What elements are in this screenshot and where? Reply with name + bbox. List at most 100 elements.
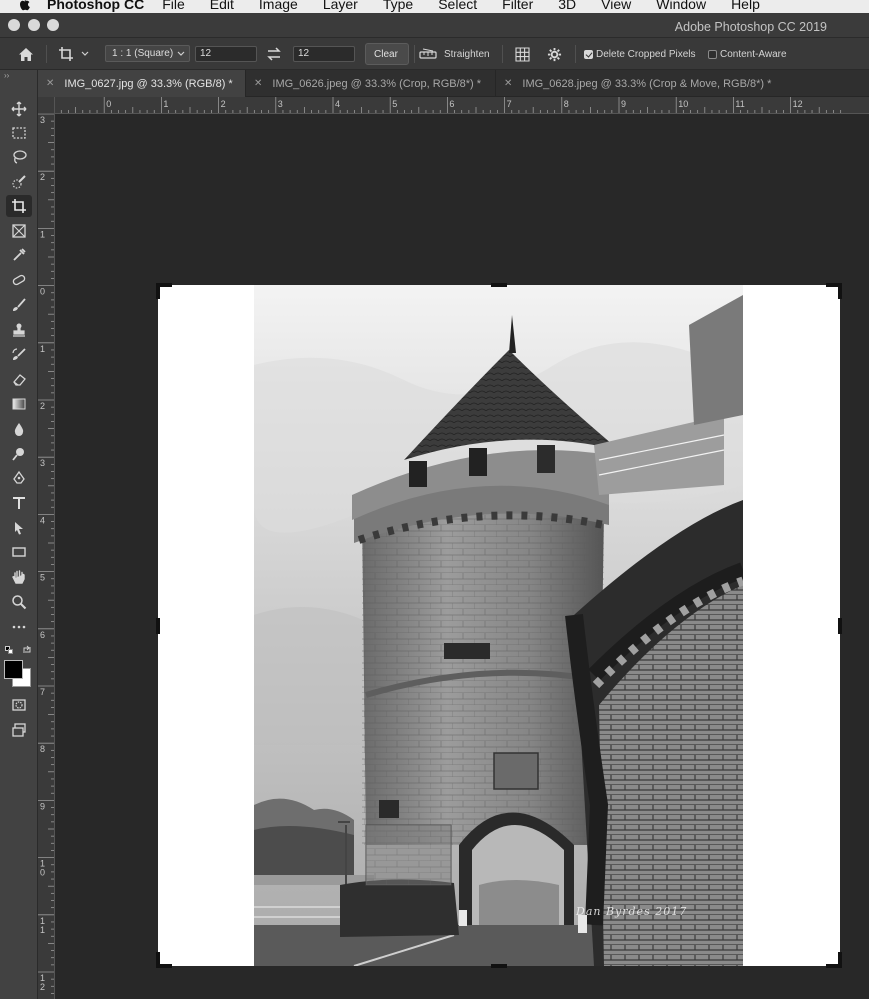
tab-img-0626[interactable]: ✕ IMG_0626.jpeg @ 33.3% (Crop, RGB/8*) * [246,70,496,97]
crop-handle-bottom-right-v[interactable] [838,952,842,968]
eyedropper-tool[interactable] [6,244,32,266]
blur-tool[interactable] [6,418,32,440]
horizontal-ruler[interactable]: 10123456789101112 [38,97,869,114]
edit-toolbar-button[interactable] [6,616,32,638]
foreground-color-swatch[interactable] [4,660,23,679]
zoom-window-button[interactable] [47,19,59,31]
crop-handle-bottom[interactable] [491,964,507,968]
crop-handle-bottom-left-v[interactable] [156,952,160,968]
crop-handle-top[interactable] [491,283,507,287]
tab-img-0627[interactable]: ✕ IMG_0627.jpg @ 33.3% (RGB/8) * [38,70,246,97]
ruler-label: 3 [40,458,45,468]
ruler-label: 10 [678,99,688,109]
marquee-tool[interactable] [6,122,32,144]
swap-dimensions-button[interactable] [264,46,284,62]
vertical-ruler[interactable]: 3210123456789101112 [38,114,55,999]
marquee-icon [12,127,26,139]
ruler-label: 1 [163,99,168,109]
history-brush-icon [12,348,26,360]
delete-cropped-label[interactable]: Delete Cropped Pixels [596,49,696,60]
tower-photo [254,285,743,966]
crop-tool[interactable] [6,195,32,217]
crop-width-field[interactable]: 12 [195,46,257,62]
hand-tool[interactable] [6,566,32,588]
menu-type[interactable]: Type [383,0,413,12]
menu-window[interactable]: Window [656,0,706,12]
ruler-label: 8 [564,99,569,109]
quick-mask-button[interactable] [6,694,32,716]
move-tool[interactable] [6,98,32,120]
content-aware-checkbox[interactable] [708,50,717,59]
ruler-label: 1 [40,344,45,354]
close-tab-icon[interactable]: ✕ [254,78,262,89]
lasso-tool[interactable] [6,146,32,168]
straighten-level-icon [419,48,437,59]
dodge-icon [12,448,24,461]
close-tab-icon[interactable]: ✕ [46,78,54,89]
crop-width-value: 12 [200,48,212,59]
ruler-label: 3 [40,115,45,125]
crop-handle-top-right-v[interactable] [838,283,842,299]
crop-height-field[interactable]: 12 [293,46,355,62]
type-tool[interactable] [6,492,32,514]
content-aware-label[interactable]: Content-Aware [720,49,787,60]
crop-handle-left[interactable] [156,618,160,634]
document-canvas[interactable]: Dan Byrdes 2017 [56,114,869,999]
frame-tool[interactable] [6,220,32,242]
menu-select[interactable]: Select [438,0,477,12]
apple-icon[interactable] [17,0,33,12]
stamp-icon [13,323,25,337]
ruler-label: 0 [40,287,45,297]
app-menu[interactable]: Photoshop CC [47,0,144,12]
close-tab-icon[interactable]: ✕ [504,78,512,89]
menu-view[interactable]: View [601,0,631,12]
straighten-button[interactable]: Straighten [419,46,495,62]
pen-tool[interactable] [6,467,32,489]
dodge-tool[interactable] [6,443,32,465]
delete-cropped-checkbox[interactable] [584,50,593,59]
crop-region[interactable]: Dan Byrdes 2017 [156,283,842,968]
ruler-label: 5 [392,99,397,109]
zoom-tool[interactable] [6,591,32,613]
tool-preset-picker[interactable] [55,45,93,63]
collapse-panel-icon[interactable]: ›› [4,71,9,80]
menu-image[interactable]: Image [259,0,298,12]
menu-filter[interactable]: Filter [502,0,533,12]
ruler-origin[interactable] [38,97,55,114]
menu-file[interactable]: File [162,0,185,12]
crop-settings-button[interactable] [544,45,564,63]
ruler-label: 4 [335,99,340,109]
overlay-options-button[interactable] [512,45,532,63]
menu-edit[interactable]: Edit [210,0,234,12]
rectangle-tool[interactable] [6,541,32,563]
menu-layer[interactable]: Layer [323,0,358,12]
menu-3d[interactable]: 3D [558,0,576,12]
tab-img-0628[interactable]: ✕ IMG_0628.jpeg @ 33.3% (Crop & Move, RG… [496,70,796,97]
image-watermark: Dan Byrdes 2017 [576,905,688,918]
default-colors-icon[interactable] [5,646,13,654]
history-brush-tool[interactable] [6,344,32,366]
swap-colors-icon[interactable] [22,645,32,655]
close-window-button[interactable] [8,19,20,31]
path-select-tool[interactable] [6,517,32,539]
menu-help[interactable]: Help [731,0,760,12]
crop-handle-top-left-v[interactable] [156,283,160,299]
quick-select-tool[interactable] [6,171,32,193]
clone-stamp-tool[interactable] [6,319,32,341]
gear-icon [547,47,561,61]
bandage-icon [12,274,26,286]
brush-tool[interactable] [6,294,32,316]
chevron-down-icon [81,51,89,56]
ruler-label: 2 [40,982,45,992]
minimize-window-button[interactable] [28,19,40,31]
aspect-ratio-select[interactable]: 1 : 1 (Square) [105,45,190,62]
brush-icon [13,298,26,311]
screen-mode-button[interactable] [6,719,32,741]
eraser-tool[interactable] [6,368,32,390]
document-tabs: ✕ IMG_0627.jpg @ 33.3% (RGB/8) * ✕ IMG_0… [38,70,869,97]
home-button[interactable] [16,45,36,63]
healing-brush-tool[interactable] [6,269,32,291]
crop-handle-right[interactable] [838,618,842,634]
gradient-tool[interactable] [6,393,32,415]
clear-button[interactable]: Clear [365,43,409,65]
